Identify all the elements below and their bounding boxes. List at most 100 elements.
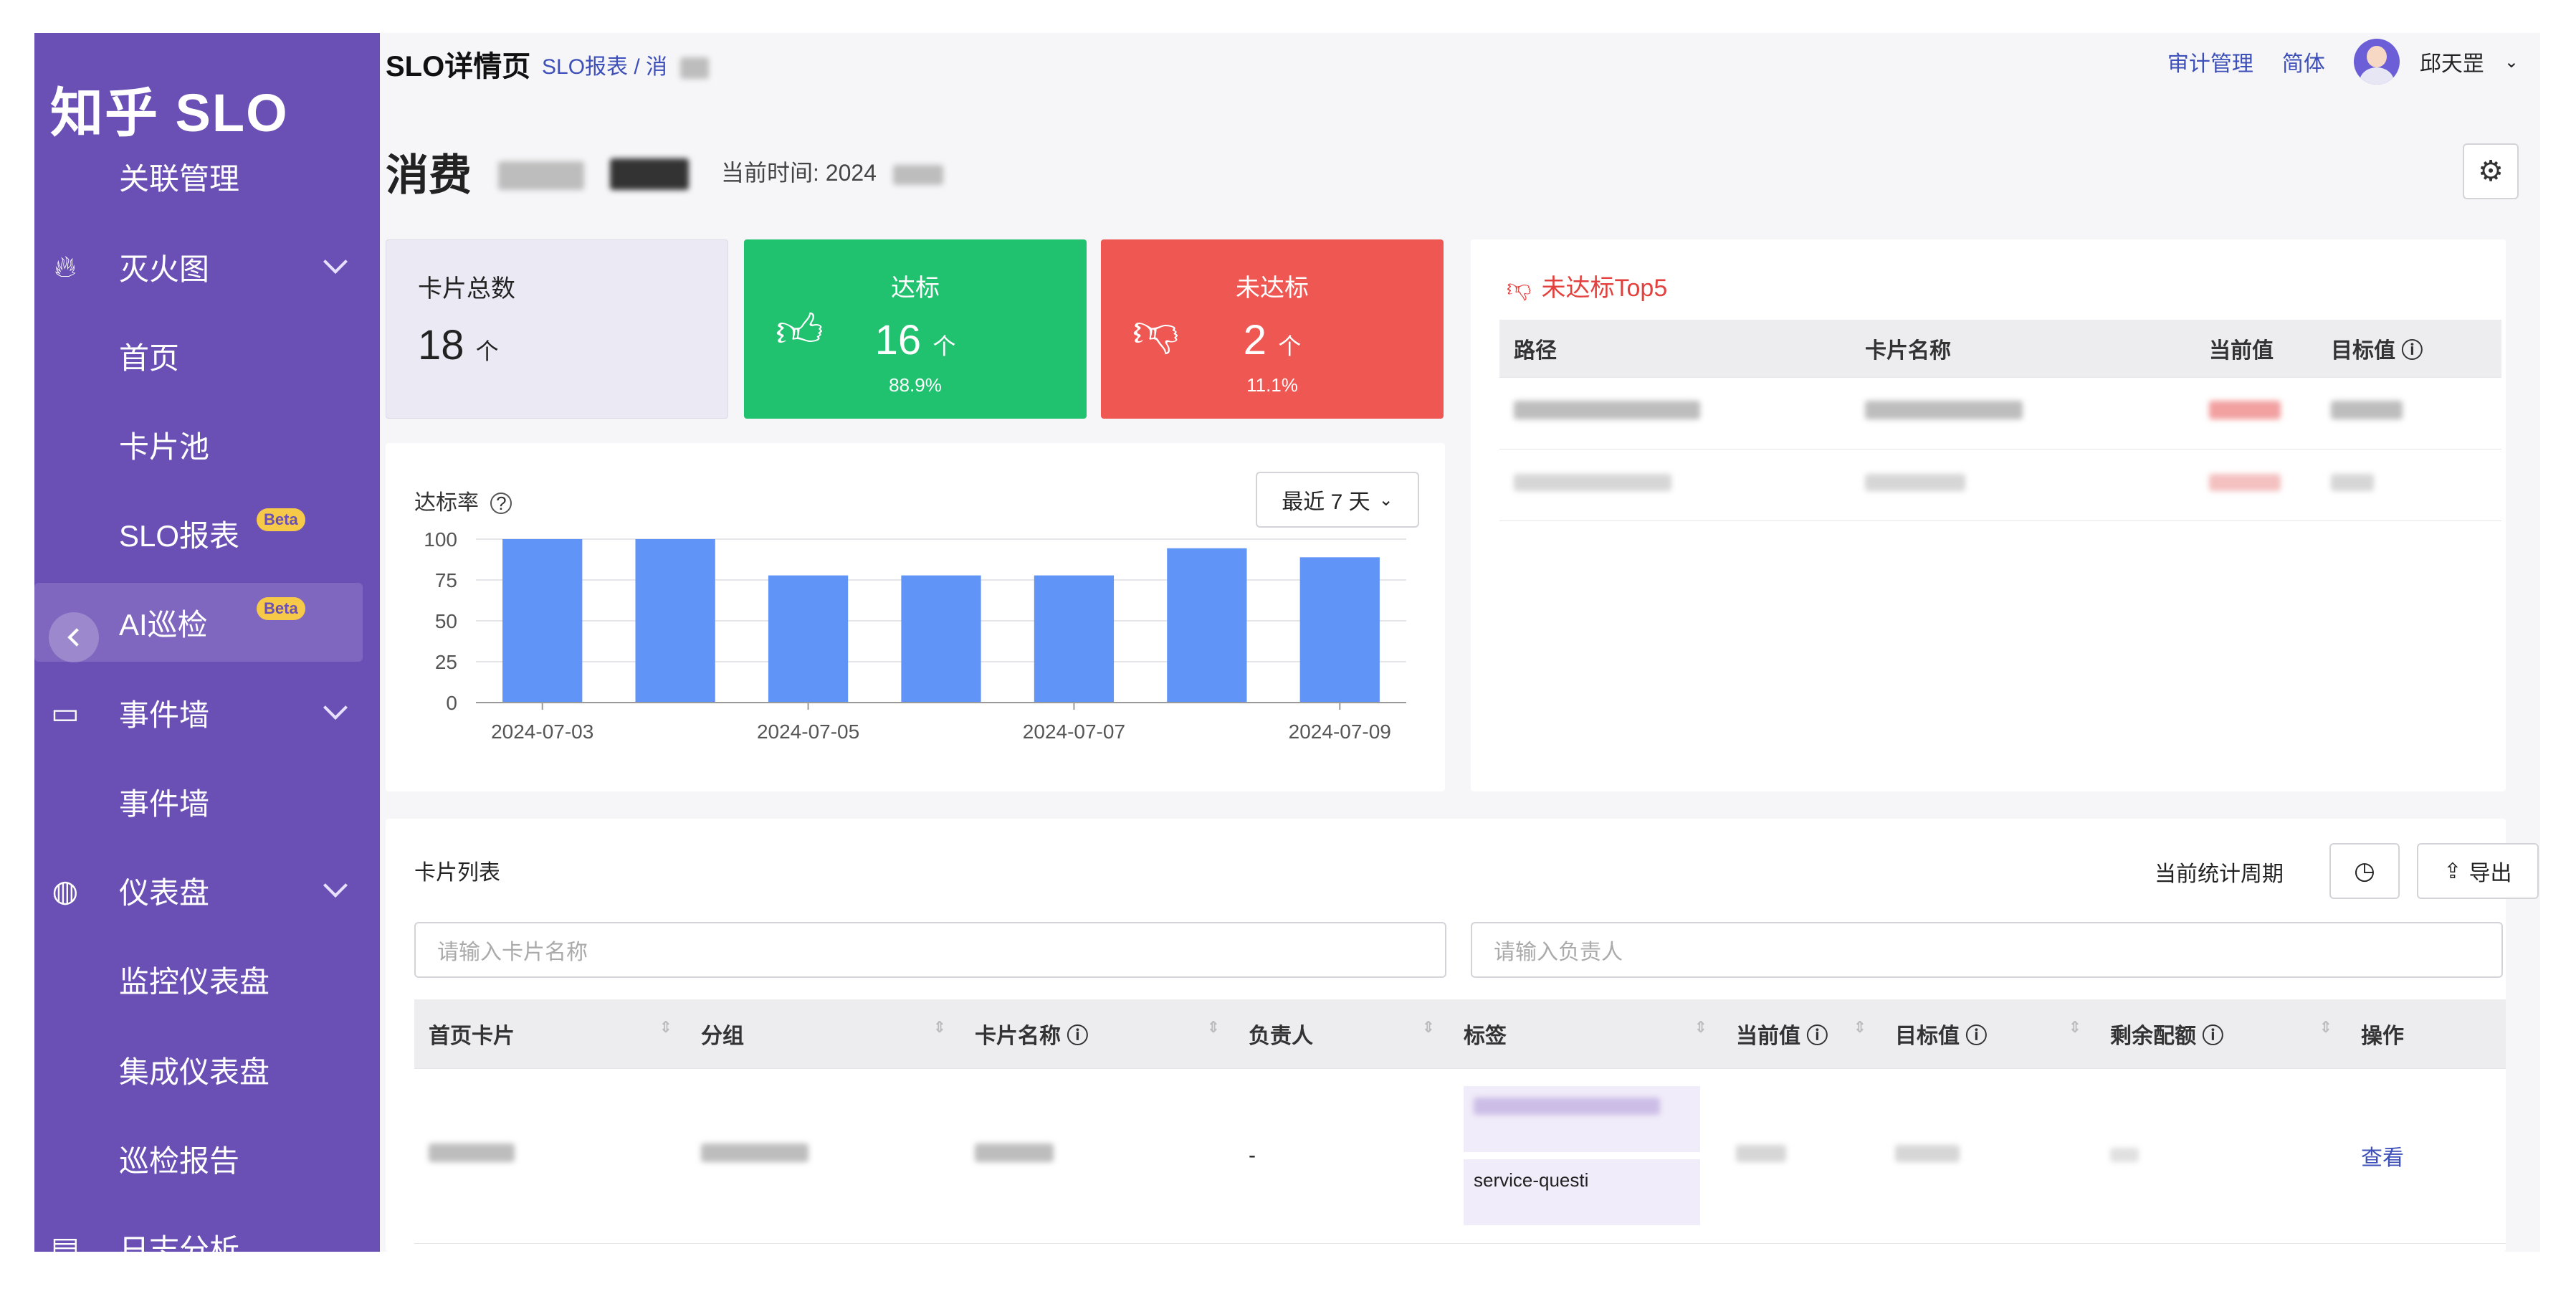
redacted-time xyxy=(892,164,943,185)
column-header[interactable]: 操作 xyxy=(2347,999,2506,1069)
fire-icon: 🔥︎ xyxy=(54,249,77,283)
sort-icon[interactable]: ⇕ xyxy=(2069,1018,2081,1037)
upload-icon: ⇪ xyxy=(2443,859,2462,883)
total-cards-stat: 卡片总数 18 个 xyxy=(386,239,728,419)
met-unit: 个 xyxy=(932,333,956,359)
user-name[interactable]: 邱天罡 xyxy=(2420,46,2484,77)
x-tick-label: 2024-07-09 xyxy=(1289,720,1391,743)
bar[interactable] xyxy=(1299,557,1380,703)
owner-search-input[interactable]: 请输入负责人 xyxy=(1471,922,2503,978)
breadcrumb[interactable]: SLO报表 / 消 xyxy=(542,49,710,80)
column-header[interactable]: 首页卡片 ⇕ xyxy=(414,999,687,1069)
sidebar-item-label: 集成仪表盘 xyxy=(119,1055,270,1089)
sort-icon[interactable]: ⇕ xyxy=(933,1018,946,1037)
redacted-text xyxy=(1736,1145,1786,1162)
sidebar-item[interactable]: 卡片池 xyxy=(34,405,380,484)
top5-panel: 👎︎ 未达标Top5 路径 卡片名称 当前值 目标值 ⓘ xyxy=(1471,239,2506,791)
card-table-header: 首页卡片 ⇕ 分组 ⇕ 卡片名称 ⓘ ⇕ 负责人 ⇕ 标签 ⇕ 当前值 ⓘ ⇕ 目标值 ⓘ ⇕ 剩余配额 ⓘ… xyxy=(414,999,2506,1069)
breadcrumb-text[interactable]: SLO报表 / 消 xyxy=(542,55,667,79)
card-name-search-input[interactable]: 请输入卡片名称 xyxy=(414,922,1446,978)
language-switch[interactable]: 简体 xyxy=(2282,46,2325,77)
audit-link[interactable]: 审计管理 xyxy=(2167,46,2253,77)
table-row[interactable] xyxy=(1499,449,2501,521)
sidebar-item[interactable]: 集成仪表盘 xyxy=(34,1030,380,1109)
bar[interactable] xyxy=(1034,575,1115,703)
sidebar-item-label: AI巡检 xyxy=(119,607,208,642)
table-row[interactable] xyxy=(1499,377,2501,450)
sidebar-item[interactable]: 事件墙 xyxy=(34,762,380,841)
current-time-text: 当前时间: 2024 xyxy=(721,160,877,186)
settings-button[interactable]: ⚙ xyxy=(2463,143,2519,199)
sort-icon[interactable]: ⇕ xyxy=(1422,1018,1435,1037)
sidebar: 知乎 SLO 关联管理 🔥︎ 灭火图 首页 卡片池 SLO报表 Beta AI巡检 Beta ▭ 事… xyxy=(34,33,380,1252)
beta-badge: Beta xyxy=(257,508,305,531)
total-unit: 个 xyxy=(475,338,499,364)
sidebar-item-label: 事件墙 xyxy=(119,698,210,732)
info-icon[interactable]: ⓘ xyxy=(1061,1024,1088,1048)
slo-heading: 消费 xyxy=(386,141,690,203)
bar[interactable] xyxy=(635,539,715,703)
column-header-label: 分组 xyxy=(701,1024,744,1048)
column-header[interactable]: 卡片名称 xyxy=(1851,320,2195,378)
met-value: 16 xyxy=(874,317,922,363)
sidebar-item[interactable]: ▭ 事件墙 xyxy=(34,673,380,752)
sidebar-item[interactable]: 首页 xyxy=(34,316,380,395)
chevron-down-icon xyxy=(323,249,348,274)
bar[interactable] xyxy=(768,575,849,703)
current-time: 当前时间: 2024 xyxy=(721,155,943,188)
x-tick-label: 2024-07-07 xyxy=(1023,720,1125,743)
column-header[interactable]: 当前值 xyxy=(2195,320,2317,378)
column-header[interactable]: 卡片名称 ⓘ ⇕ xyxy=(960,999,1234,1069)
sidebar-item-label: SLO报表 xyxy=(119,518,240,553)
export-button[interactable]: ⇪ 导出 xyxy=(2417,843,2539,899)
sidebar-item[interactable]: SLO报表 Beta xyxy=(34,494,380,573)
redacted-text xyxy=(2209,401,2281,419)
column-header[interactable]: 目标值 ⓘ ⇕ xyxy=(1881,999,2096,1069)
sidebar-item[interactable]: ◍ 仪表盘 xyxy=(34,851,380,930)
sidebar-item[interactable]: 监控仪表盘 xyxy=(34,940,380,1019)
info-icon[interactable]: ⓘ xyxy=(1800,1024,1828,1048)
info-icon[interactable]: ⓘ xyxy=(1960,1024,1987,1048)
column-header[interactable]: 负责人 ⇕ xyxy=(1234,999,1449,1069)
info-icon[interactable]: ⓘ xyxy=(2196,1024,2223,1048)
top5-cell xyxy=(1499,449,1851,521)
monitor-icon: ▭ xyxy=(51,695,80,730)
column-header[interactable]: 目标值 ⓘ xyxy=(2317,320,2501,378)
owner-cell: - xyxy=(1234,1068,1449,1244)
view-link[interactable]: 查看 xyxy=(2361,1146,2404,1170)
gear-icon: ⚙ xyxy=(2478,156,2504,187)
chevron-down-icon: ⌄ xyxy=(2504,52,2519,72)
column-header[interactable]: 标签 ⇕ xyxy=(1449,999,1722,1069)
redacted-text xyxy=(2331,401,2403,419)
redacted-text xyxy=(2209,474,2281,491)
collapse-sidebar-button[interactable] xyxy=(49,612,99,662)
column-header[interactable]: 剩余配额 ⓘ ⇕ xyxy=(2096,999,2347,1069)
info-icon[interactable]: ⓘ xyxy=(2395,339,2423,363)
cycle-button[interactable]: ◷ xyxy=(2329,843,2400,899)
user-menu[interactable]: 邱天罡 ⌄ xyxy=(2353,39,2519,85)
column-header-label: 标签 xyxy=(1464,1024,1507,1048)
sort-icon[interactable]: ⇕ xyxy=(659,1018,672,1037)
column-header[interactable]: 当前值 ⓘ ⇕ xyxy=(1722,999,1881,1069)
redacted-text xyxy=(2110,1148,2139,1162)
top5-title-text: 未达标Top5 xyxy=(1541,275,1668,302)
sidebar-item[interactable]: 🔥︎ 灭火图 xyxy=(34,227,380,306)
avatar[interactable] xyxy=(2353,39,2400,85)
sidebar-item[interactable]: 巡检报告 xyxy=(34,1119,380,1198)
redacted-heading xyxy=(497,161,584,190)
sort-icon[interactable]: ⇕ xyxy=(1207,1018,1220,1037)
column-header-label: 负责人 xyxy=(1249,1024,1313,1048)
card-cell xyxy=(2096,1068,2347,1244)
bar[interactable] xyxy=(1167,548,1247,703)
column-header[interactable]: 路径 xyxy=(1499,320,1851,378)
sort-icon[interactable]: ⇕ xyxy=(2319,1018,2332,1037)
sidebar-item[interactable]: ▤ 日志分析 xyxy=(34,1208,380,1252)
column-header[interactable]: 分组 ⇕ xyxy=(687,999,960,1069)
sidebar-item[interactable]: 关联管理 xyxy=(34,137,380,216)
bar[interactable] xyxy=(502,539,583,703)
table-row[interactable]: - service-questi 查看 xyxy=(414,1068,2506,1244)
sort-icon[interactable]: ⇕ xyxy=(1694,1018,1707,1037)
redacted-text xyxy=(2331,474,2374,491)
sort-icon[interactable]: ⇕ xyxy=(1854,1018,1866,1037)
bar[interactable] xyxy=(901,575,981,703)
